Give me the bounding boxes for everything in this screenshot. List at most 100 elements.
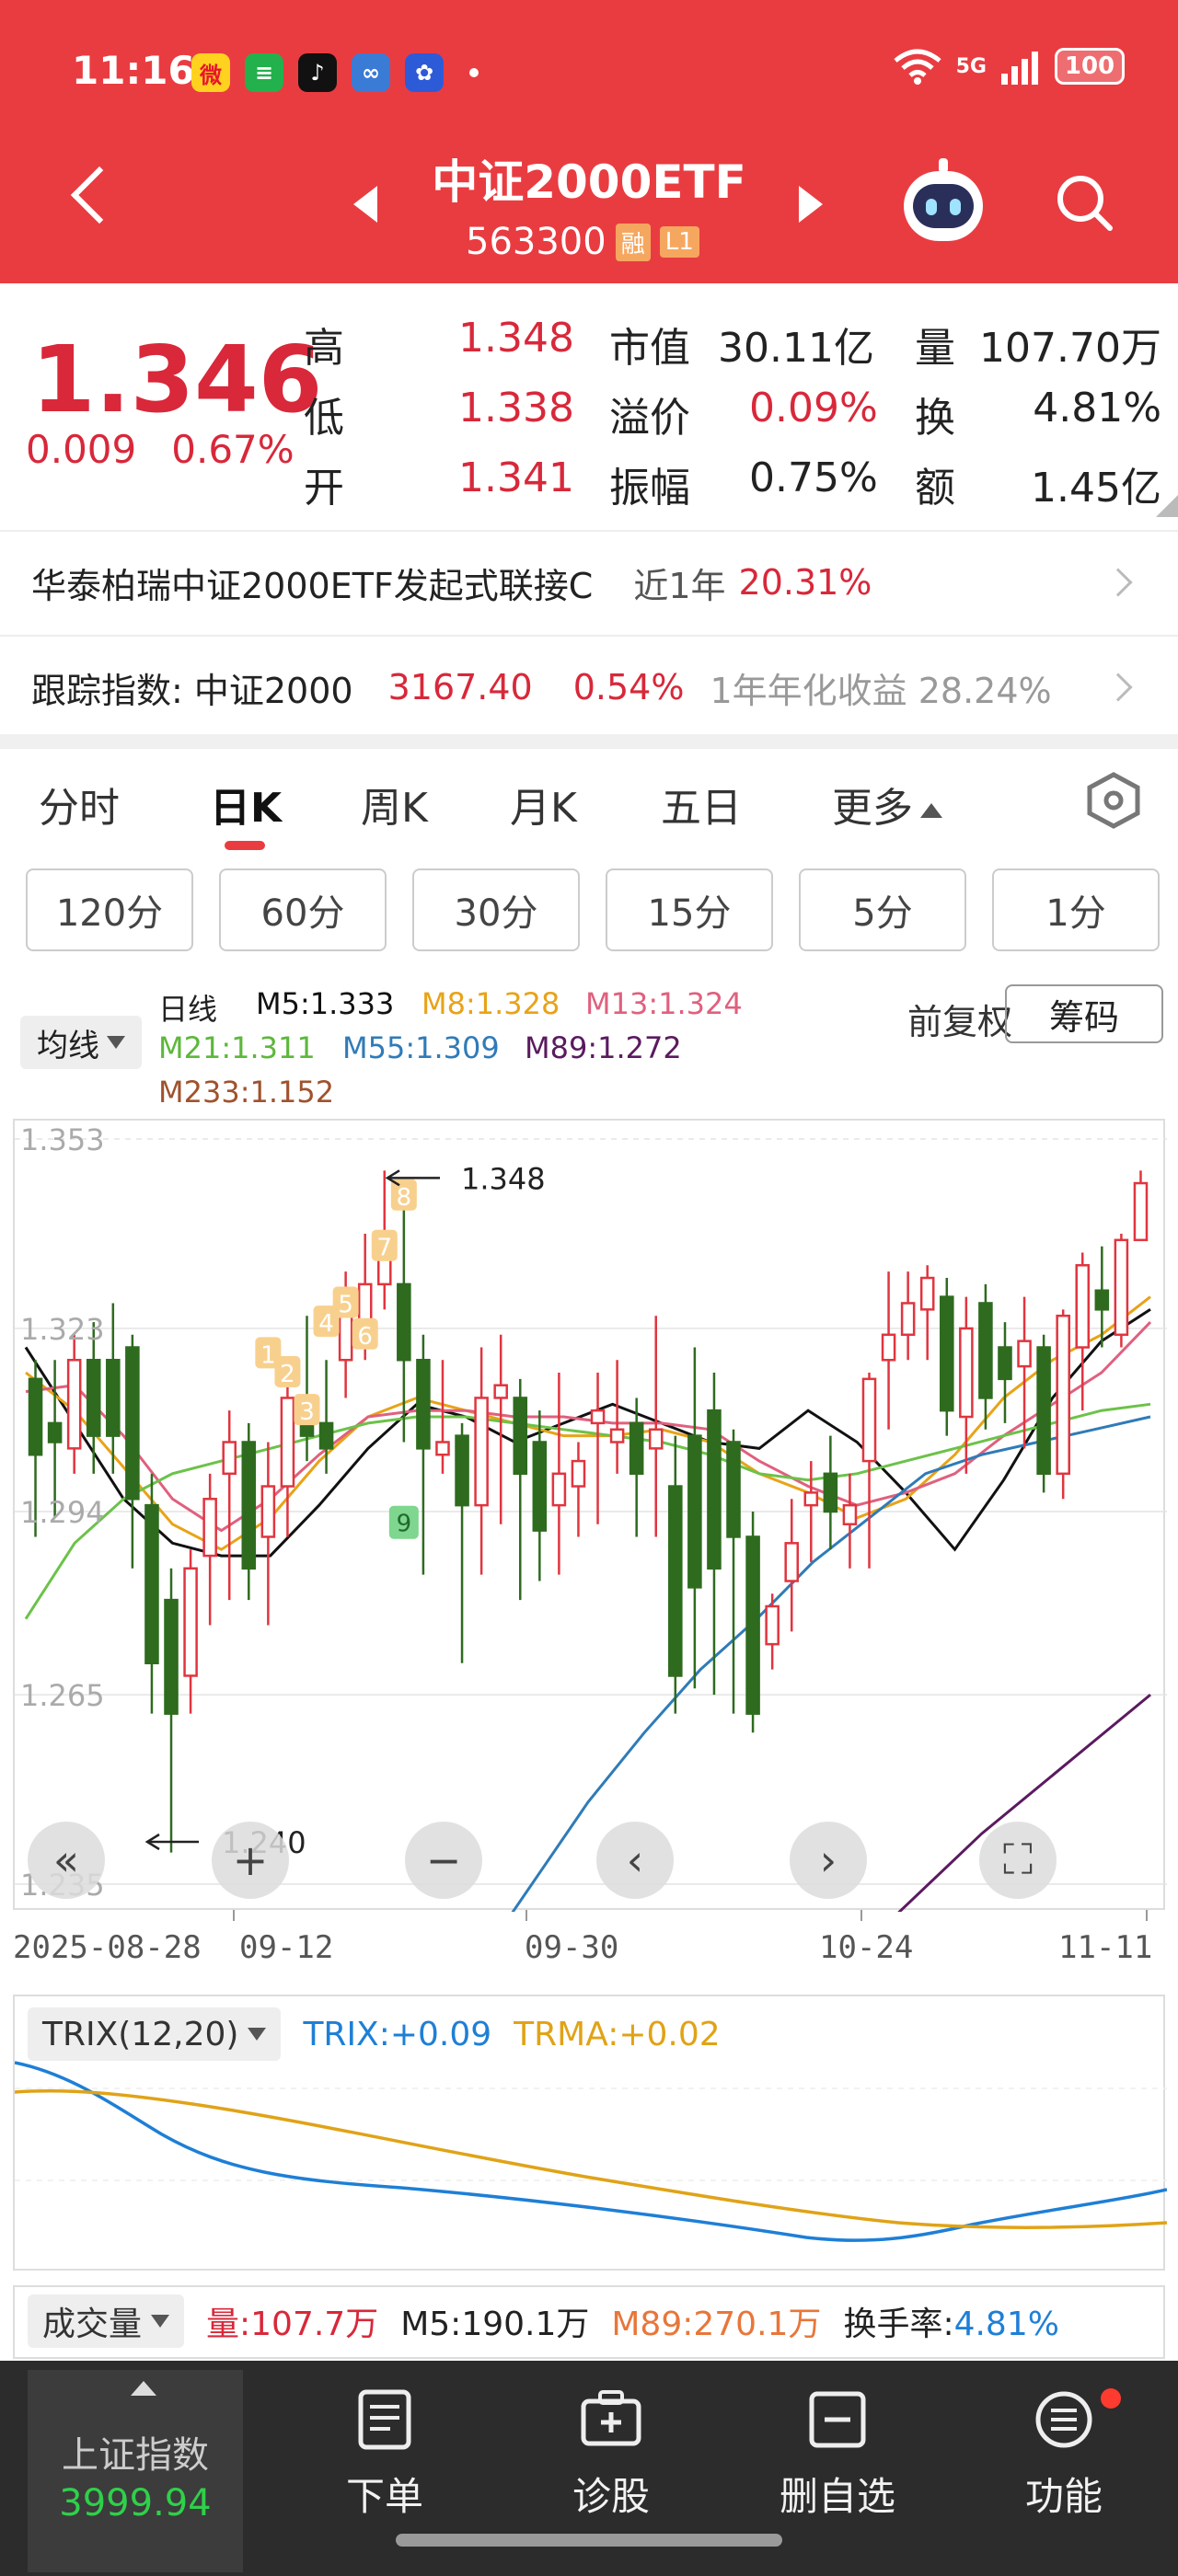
functions-button[interactable]: 功能 [981, 2388, 1147, 2536]
interval-30m-button[interactable]: 30分 [412, 868, 580, 951]
prev-icon[interactable]: ‹ [596, 1822, 674, 1899]
next-icon[interactable]: › [790, 1822, 867, 1899]
candle-down [241, 1441, 257, 1570]
candle-down [106, 1359, 121, 1437]
candle-down [998, 1346, 1012, 1381]
tab-weekly-k[interactable]: 周K [361, 775, 428, 834]
zoom-in-icon[interactable]: + [212, 1822, 289, 1899]
volume-value: 量:107.7万 [206, 2306, 379, 2343]
index-name: 上证指数 [62, 2434, 209, 2477]
chips-button[interactable]: 筹码 [1005, 984, 1163, 1043]
volume-panel[interactable]: 成交量 量:107.7万 M5:190.1万 M89:270.1万 换手率:4.… [13, 2285, 1165, 2359]
ai-assistant-robot-icon[interactable] [904, 158, 983, 241]
high-label: 高 [304, 325, 344, 372]
seq-number: 3 [299, 1398, 315, 1426]
order-button[interactable]: 下单 [302, 2388, 468, 2536]
page-title: 中证2000ETF [432, 155, 746, 209]
trix-panel[interactable]: TRIX(12,20) TRIX:+0.09 TRMA:+0.02 [13, 1995, 1167, 2271]
back-button[interactable] [70, 166, 129, 224]
margin-tag: 融 [615, 223, 651, 261]
candle-up [222, 1441, 237, 1476]
candle-up [919, 1276, 935, 1311]
candle-up [1075, 1264, 1091, 1349]
candle-up [1133, 1181, 1149, 1242]
premium-value: 0.09% [749, 385, 878, 431]
x-tick-label: 09-12 [239, 1929, 333, 1966]
volume-indicator-select[interactable]: 成交量 [28, 2294, 185, 2348]
diagnose-button[interactable]: 诊股 [528, 2388, 694, 2536]
adjust-mode-label[interactable]: 前复权 [907, 994, 1012, 1044]
candle-down [668, 1485, 683, 1677]
search-icon[interactable] [1055, 173, 1114, 232]
zoom-out-icon[interactable]: − [405, 1822, 482, 1899]
candle-down [823, 1472, 838, 1513]
candle-down [125, 1346, 140, 1501]
interval-15m-button[interactable]: 15分 [606, 868, 773, 951]
sse-index-widget[interactable]: 上证指数 3999.94 [28, 2370, 243, 2572]
functions-label: 功能 [1024, 2474, 1103, 2519]
interval-1m-button[interactable]: 1分 [992, 868, 1160, 951]
remove-favorite-label: 删自选 [779, 2474, 895, 2519]
interval-60m-button[interactable]: 60分 [219, 868, 387, 951]
next-stock-button[interactable] [799, 186, 823, 223]
legend-m233: M233:1.152 [158, 1075, 335, 1110]
tab-daily-k[interactable]: 日K [210, 775, 282, 834]
candle-up [648, 1428, 664, 1450]
seq-number-green: 9 [397, 1511, 412, 1538]
candle-down [745, 1535, 760, 1715]
ma-indicator-select[interactable]: 均线 [20, 1016, 142, 1069]
linked-fund-return: 20.31% [738, 562, 872, 603]
candle-down [318, 1421, 334, 1450]
remove-favorite-button[interactable]: 删自选 [755, 2388, 920, 2536]
interval-120m-button[interactable]: 120分 [26, 868, 193, 951]
volume-value: 107.70万 [979, 325, 1161, 372]
candle-up [959, 1327, 974, 1419]
legend-m13: M13:1.324 [585, 986, 743, 1021]
legend-m89: M89:1.272 [525, 1030, 682, 1065]
interval-5m-button[interactable]: 5分 [799, 868, 966, 951]
x-axis: 2025-08-28 09-12 09-30 10-24 11-11 [13, 1910, 1152, 1966]
candle-up [861, 1377, 877, 1463]
turnover-rate: 换手率:4.81% [843, 2297, 1059, 2345]
tab-intraday[interactable]: 分时 [39, 775, 120, 834]
change-value: 0.009 [26, 427, 137, 472]
level-tag: L1 [659, 226, 699, 258]
period-tabs: 分时 日K 周K 月K 五日 更多 [0, 749, 1178, 850]
amount-value: 1.45亿 [1031, 465, 1161, 512]
candle-down [939, 1295, 954, 1412]
settings-hexagon-icon[interactable] [1086, 771, 1141, 830]
trix-indicator-select[interactable]: TRIX(12,20) [28, 2007, 282, 2061]
expand-corner-icon[interactable] [1156, 495, 1178, 517]
stock-code-row: 563300 融 L1 [466, 221, 699, 263]
wifi-icon [894, 49, 941, 85]
tracking-index-row[interactable]: 跟踪指数: 中证2000 3167.40 0.54% 1年年化收益 28.24% [0, 635, 1178, 738]
price-change: 0.009 0.67% [26, 427, 329, 472]
x-tick-label: 10-24 [819, 1929, 913, 1966]
amplitude-value: 0.75% [749, 454, 878, 501]
candle-up [609, 1428, 625, 1443]
caret-up-icon [920, 803, 942, 818]
high-value: 1.348 [458, 315, 574, 362]
quote-panel: 1.346 0.009 0.67% 高 低 开 1.348 1.338 1.341… [0, 283, 1178, 523]
tab-more[interactable]: 更多 [832, 775, 942, 834]
candle-up [803, 1491, 819, 1507]
low-value: 1.338 [458, 385, 574, 431]
kline-chart[interactable]: 1234567891.3531.3231.2941.2651.2351.3481… [13, 1119, 1167, 2112]
candle-up [881, 1333, 896, 1362]
trix-value: TRIX:+0.09 [303, 2015, 492, 2053]
candle-up [551, 1472, 567, 1507]
ma-select-label: 均线 [37, 1027, 99, 1064]
seq-number: 5 [338, 1291, 353, 1318]
tab-five-day[interactable]: 五日 [661, 775, 742, 834]
status-indicators: 5G 100 [892, 48, 1125, 85]
network-type: 5G [955, 54, 987, 78]
tab-monthly-k[interactable]: 月K [510, 775, 577, 834]
linked-fund-row[interactable]: 华泰柏瑞中证2000ETF发起式联接C 近1年 20.31% [0, 530, 1178, 633]
rewind-icon[interactable]: « [28, 1822, 105, 1899]
turnover-rate-label: 换手率: [843, 2306, 954, 2343]
fullscreen-icon[interactable]: ⛶ [979, 1822, 1057, 1899]
y-tick-label: 1.323 [20, 1312, 105, 1347]
remove-favorite-icon [809, 2391, 866, 2448]
trix-header: TRIX(12,20) TRIX:+0.09 TRMA:+0.02 [28, 2007, 721, 2061]
home-indicator[interactable] [396, 2534, 782, 2547]
